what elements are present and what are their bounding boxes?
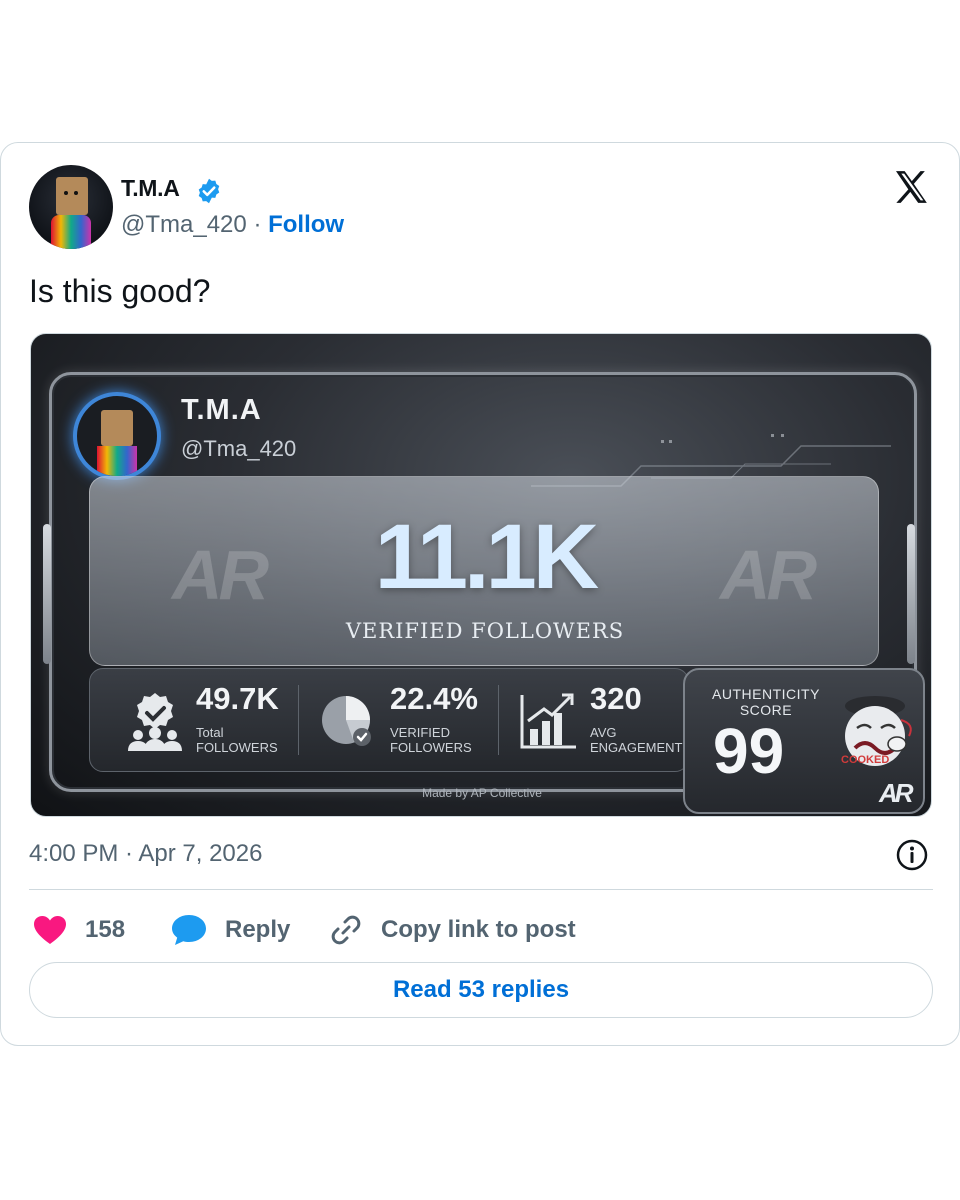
tweet-text: Is this good? [29,273,211,309]
read-replies-button[interactable]: Read 53 replies [29,962,933,1018]
frame-edge-right [907,524,915,664]
stat-label: VERIFIED FOLLOWERS [390,725,472,755]
tweet-actions: 158 Reply Copy link to post [29,907,933,953]
pie-check-icon [322,696,371,746]
info-icon[interactable] [895,838,929,872]
headline-panel: AR AR 11.1K VERIFIED FOLLOWERS [89,476,879,666]
stat-divider [498,685,499,755]
author-avatar[interactable] [29,165,113,249]
card-handle: @Tma_420 [181,436,297,461]
copy-link-button[interactable]: Copy link to post [329,907,576,953]
copy-link-label: Copy link to post [381,916,576,943]
like-count: 158 [85,916,126,943]
tweet-timestamp[interactable]: 4:00 PM · Apr 7, 2026 [29,840,262,868]
handle-separator: · [253,211,262,238]
stat-value: 22.4% [390,681,478,716]
reply-button[interactable]: Reply [171,907,290,953]
like-button[interactable]: 158 [33,907,125,953]
stat-divider [298,685,299,755]
credit-text: Made by AP Collective [422,786,542,800]
author-display-name[interactable]: T.M.A [121,175,180,202]
authenticity-score: 99 [713,715,785,787]
x-logo-icon[interactable] [891,167,931,207]
verified-followers-count: 11.1K [374,506,599,608]
author-handle[interactable]: @Tma_420 [121,211,247,238]
stat-label: AVG ENGAGEMENT [590,725,683,755]
stat-value: 320 [590,681,642,716]
stat-verified-percent: 22.4% VERIFIED FOLLOWERS [318,681,498,761]
corner-logo: AR [879,778,914,808]
divider [29,889,933,890]
link-icon [331,915,361,945]
stat-total-followers: 49.7K Total FOLLOWERS [124,681,294,761]
stat-value: 49.7K [196,681,279,716]
frame-edge-left [43,524,51,664]
stats-bar: 49.7K Total FOLLOWERS 22.4% VERIFIED FOL… [89,668,689,772]
author-handle-row: @Tma_420 · Follow [121,211,344,239]
followers-group-icon [128,693,182,751]
card-display-name: T.M.A [181,394,262,426]
reply-bubble-icon [172,915,206,945]
heart-icon [34,916,66,944]
follow-link[interactable]: Follow [268,211,344,238]
card-avatar [73,392,161,480]
verified-badge-icon [198,178,220,204]
stat-avg-engagement: 320 AVG ENGAGEMENT [518,681,688,761]
mascot-caption: COOKED [841,754,890,766]
bar-growth-icon [520,693,576,749]
tweet-media-image[interactable]: T.M.A @Tma_420 AR AR 11.1K VERIFIED FOLL… [30,333,932,817]
reply-label: Reply [225,916,291,943]
mascot-icon [845,696,912,766]
tweet-embed-card: T.M.A @Tma_420 · Follow Is this good? T.… [0,142,960,1046]
verified-followers-label: VERIFIED FOLLOWERS [345,619,625,643]
stat-label: Total FOLLOWERS [196,725,278,755]
